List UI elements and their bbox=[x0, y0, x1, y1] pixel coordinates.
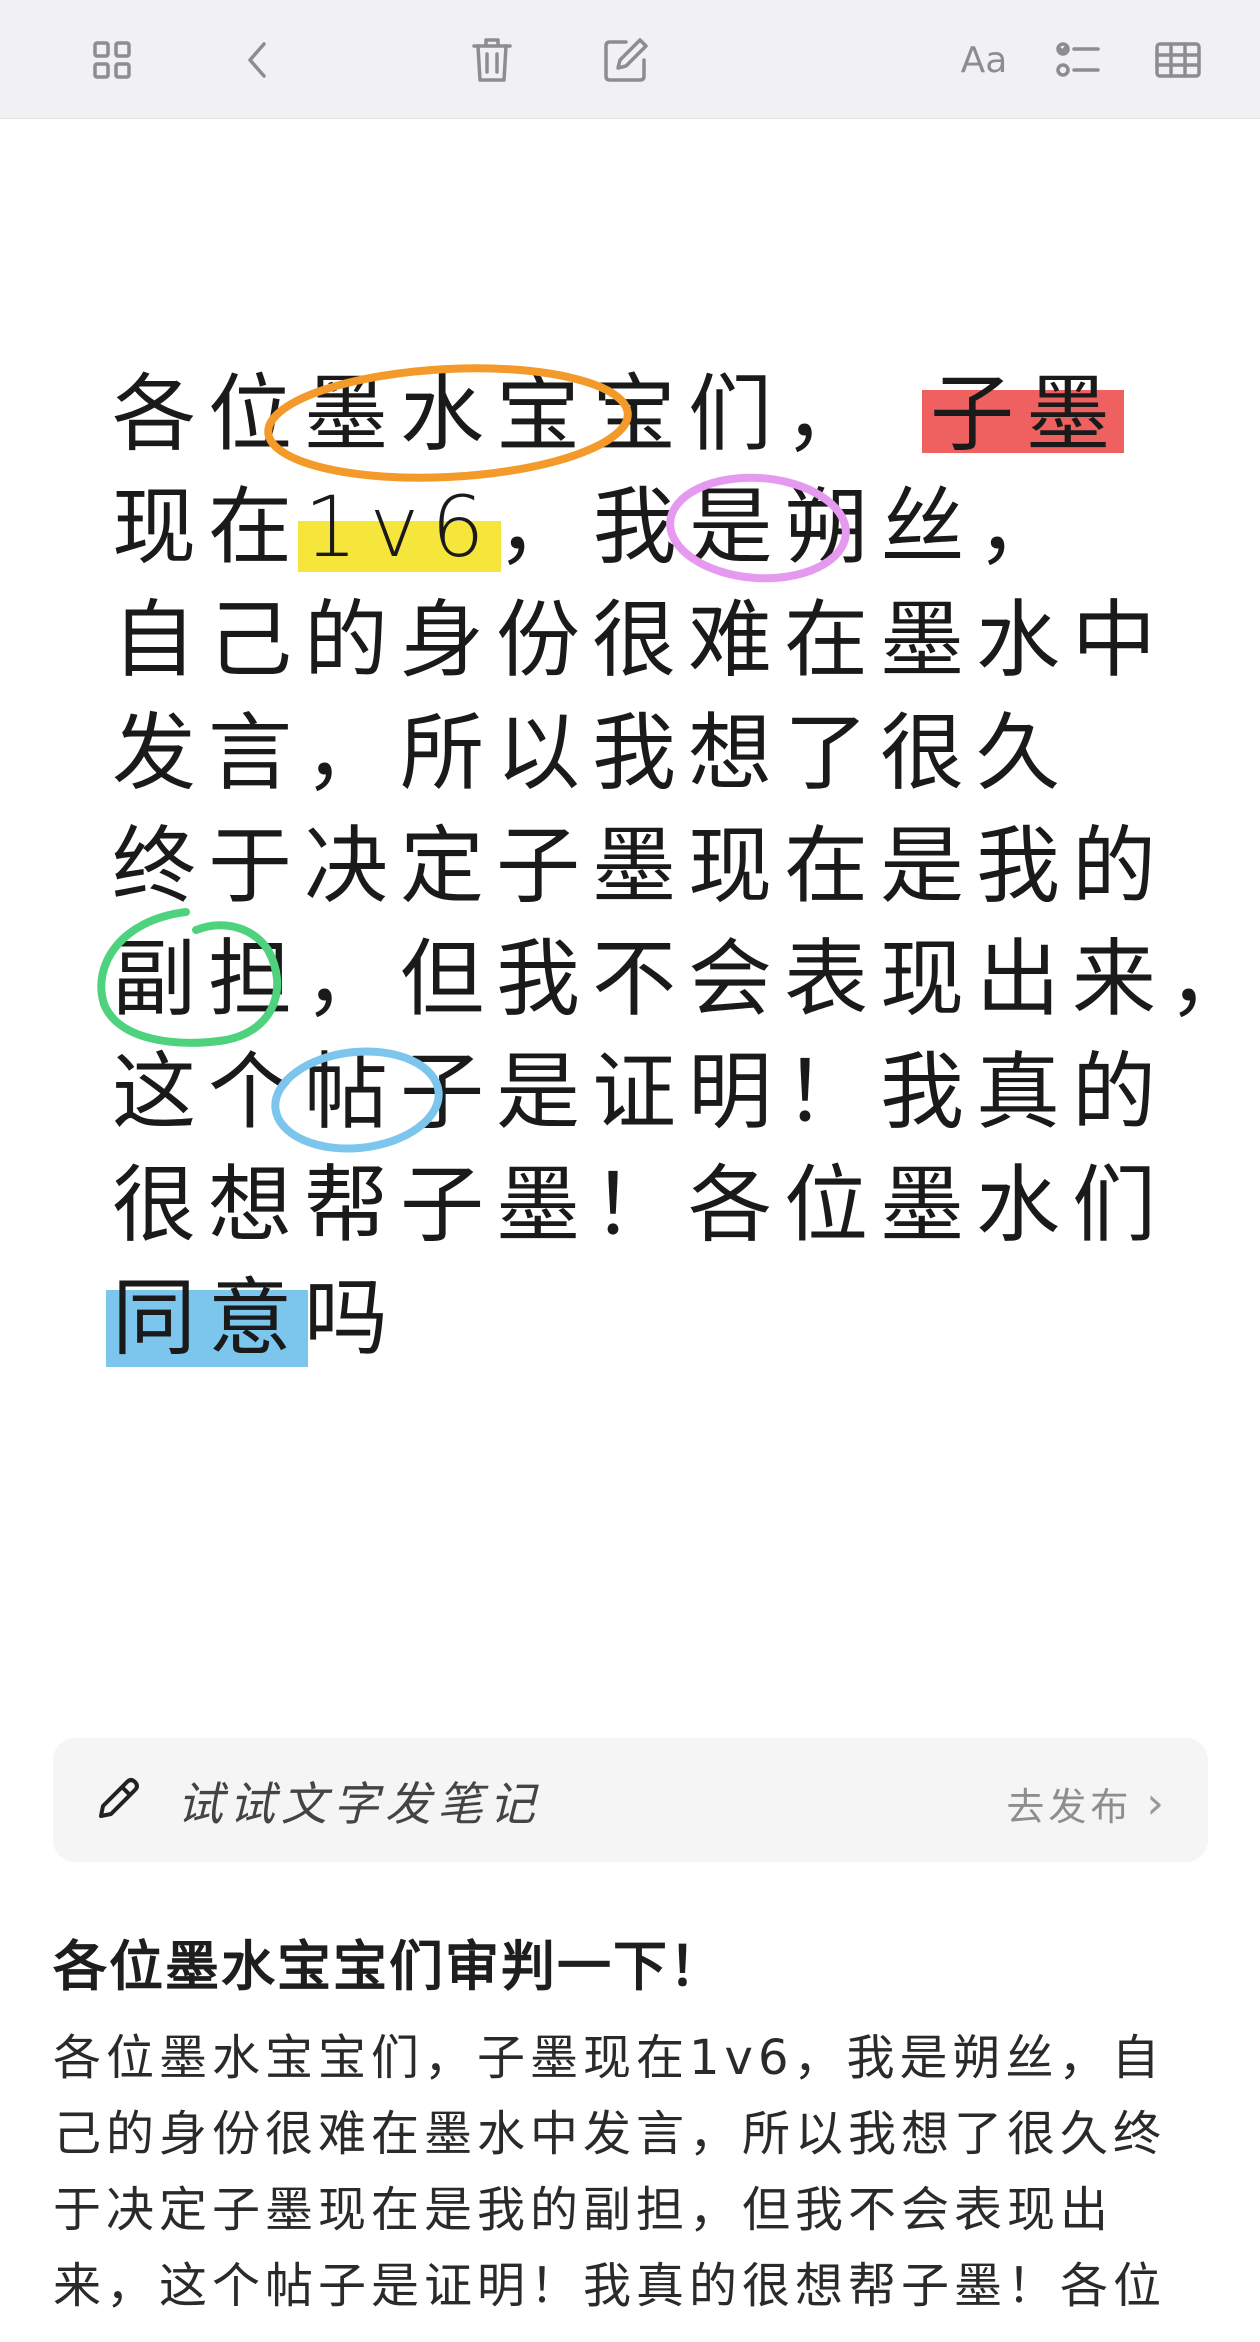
note-text-circled-orange: 墨水宝宝 bbox=[304, 365, 689, 463]
note-text: 这个 bbox=[112, 1043, 305, 1141]
note-text: ，但我不会表现出来， bbox=[304, 930, 1260, 1028]
publish-button[interactable]: 去发布 › bbox=[1006, 1776, 1168, 1831]
checklist-icon[interactable] bbox=[1052, 34, 1104, 86]
back-icon[interactable] bbox=[232, 34, 284, 86]
table-icon[interactable] bbox=[1152, 34, 1204, 86]
trash-icon[interactable] bbox=[466, 34, 518, 86]
note-text: 是证明！我真的 bbox=[496, 1043, 1169, 1141]
note-text-highlighted-blue: 同意 bbox=[105, 1262, 309, 1375]
note-text: 吗 bbox=[304, 1269, 401, 1367]
publish-label: 去发布 bbox=[1006, 1785, 1133, 1829]
note-line-9: 同意吗 bbox=[105, 1262, 1152, 1375]
note-text-circled-green: 副担 bbox=[112, 930, 305, 1028]
note-text-circled-pink: 朔丝 bbox=[784, 478, 977, 576]
note-text: ，我是 bbox=[496, 478, 785, 576]
note-toolbar: Aa bbox=[0, 0, 1260, 119]
compose-icon[interactable] bbox=[600, 34, 652, 86]
text-format-icon[interactable]: Aa bbox=[958, 34, 1010, 86]
note-text-highlighted-yellow: 1v6 bbox=[298, 471, 501, 584]
note-text: 现在 bbox=[112, 478, 305, 576]
note-line-8: 很想帮子墨！各位墨水们 bbox=[112, 1156, 1169, 1254]
note-line-5: 终于决定子墨现在是我的 bbox=[112, 817, 1169, 915]
note-line-2: 现在1v6，我是朔丝， bbox=[112, 471, 1152, 584]
note-text: ， bbox=[976, 478, 1073, 576]
note-line-6: 副担，但我不会表现出来， bbox=[112, 923, 1252, 1036]
compose-note-bar[interactable]: 试试文字发笔记 去发布 › bbox=[53, 1738, 1208, 1862]
note-text-highlighted-red: 子墨 bbox=[922, 358, 1125, 471]
grid-icon[interactable] bbox=[86, 34, 138, 86]
note-text-circled-blue: 帖子 bbox=[304, 1043, 497, 1141]
note-content: 各位墨水宝宝们， 子墨 现在1v6，我是朔丝， 自己的身份很难在墨水中 发言，所以… bbox=[105, 358, 1252, 1375]
post-body: 各位墨水宝宝们，子墨现在1v6，我是朔丝，自己的身份很难在墨水中发言，所以我想了… bbox=[53, 2030, 1167, 2314]
note-line-1: 各位墨水宝宝们， 子墨 bbox=[112, 358, 1152, 471]
post-title: 各位墨水宝宝们审判一下！ bbox=[53, 1935, 725, 1998]
note-line-3: 自己的身份很难在墨水中 bbox=[112, 591, 1169, 689]
note-text: 们， bbox=[688, 365, 881, 463]
compose-prompt: 试试文字发笔记 bbox=[177, 1777, 541, 1831]
note-line-7: 这个帖子是证明！我真的 bbox=[112, 1036, 1156, 1149]
note-text: 各位 bbox=[112, 365, 305, 463]
chevron-right-icon: › bbox=[1146, 1778, 1168, 1829]
note-line-4: 发言，所以我想了很久 bbox=[112, 704, 1073, 802]
pencil-icon bbox=[91, 1774, 143, 1826]
